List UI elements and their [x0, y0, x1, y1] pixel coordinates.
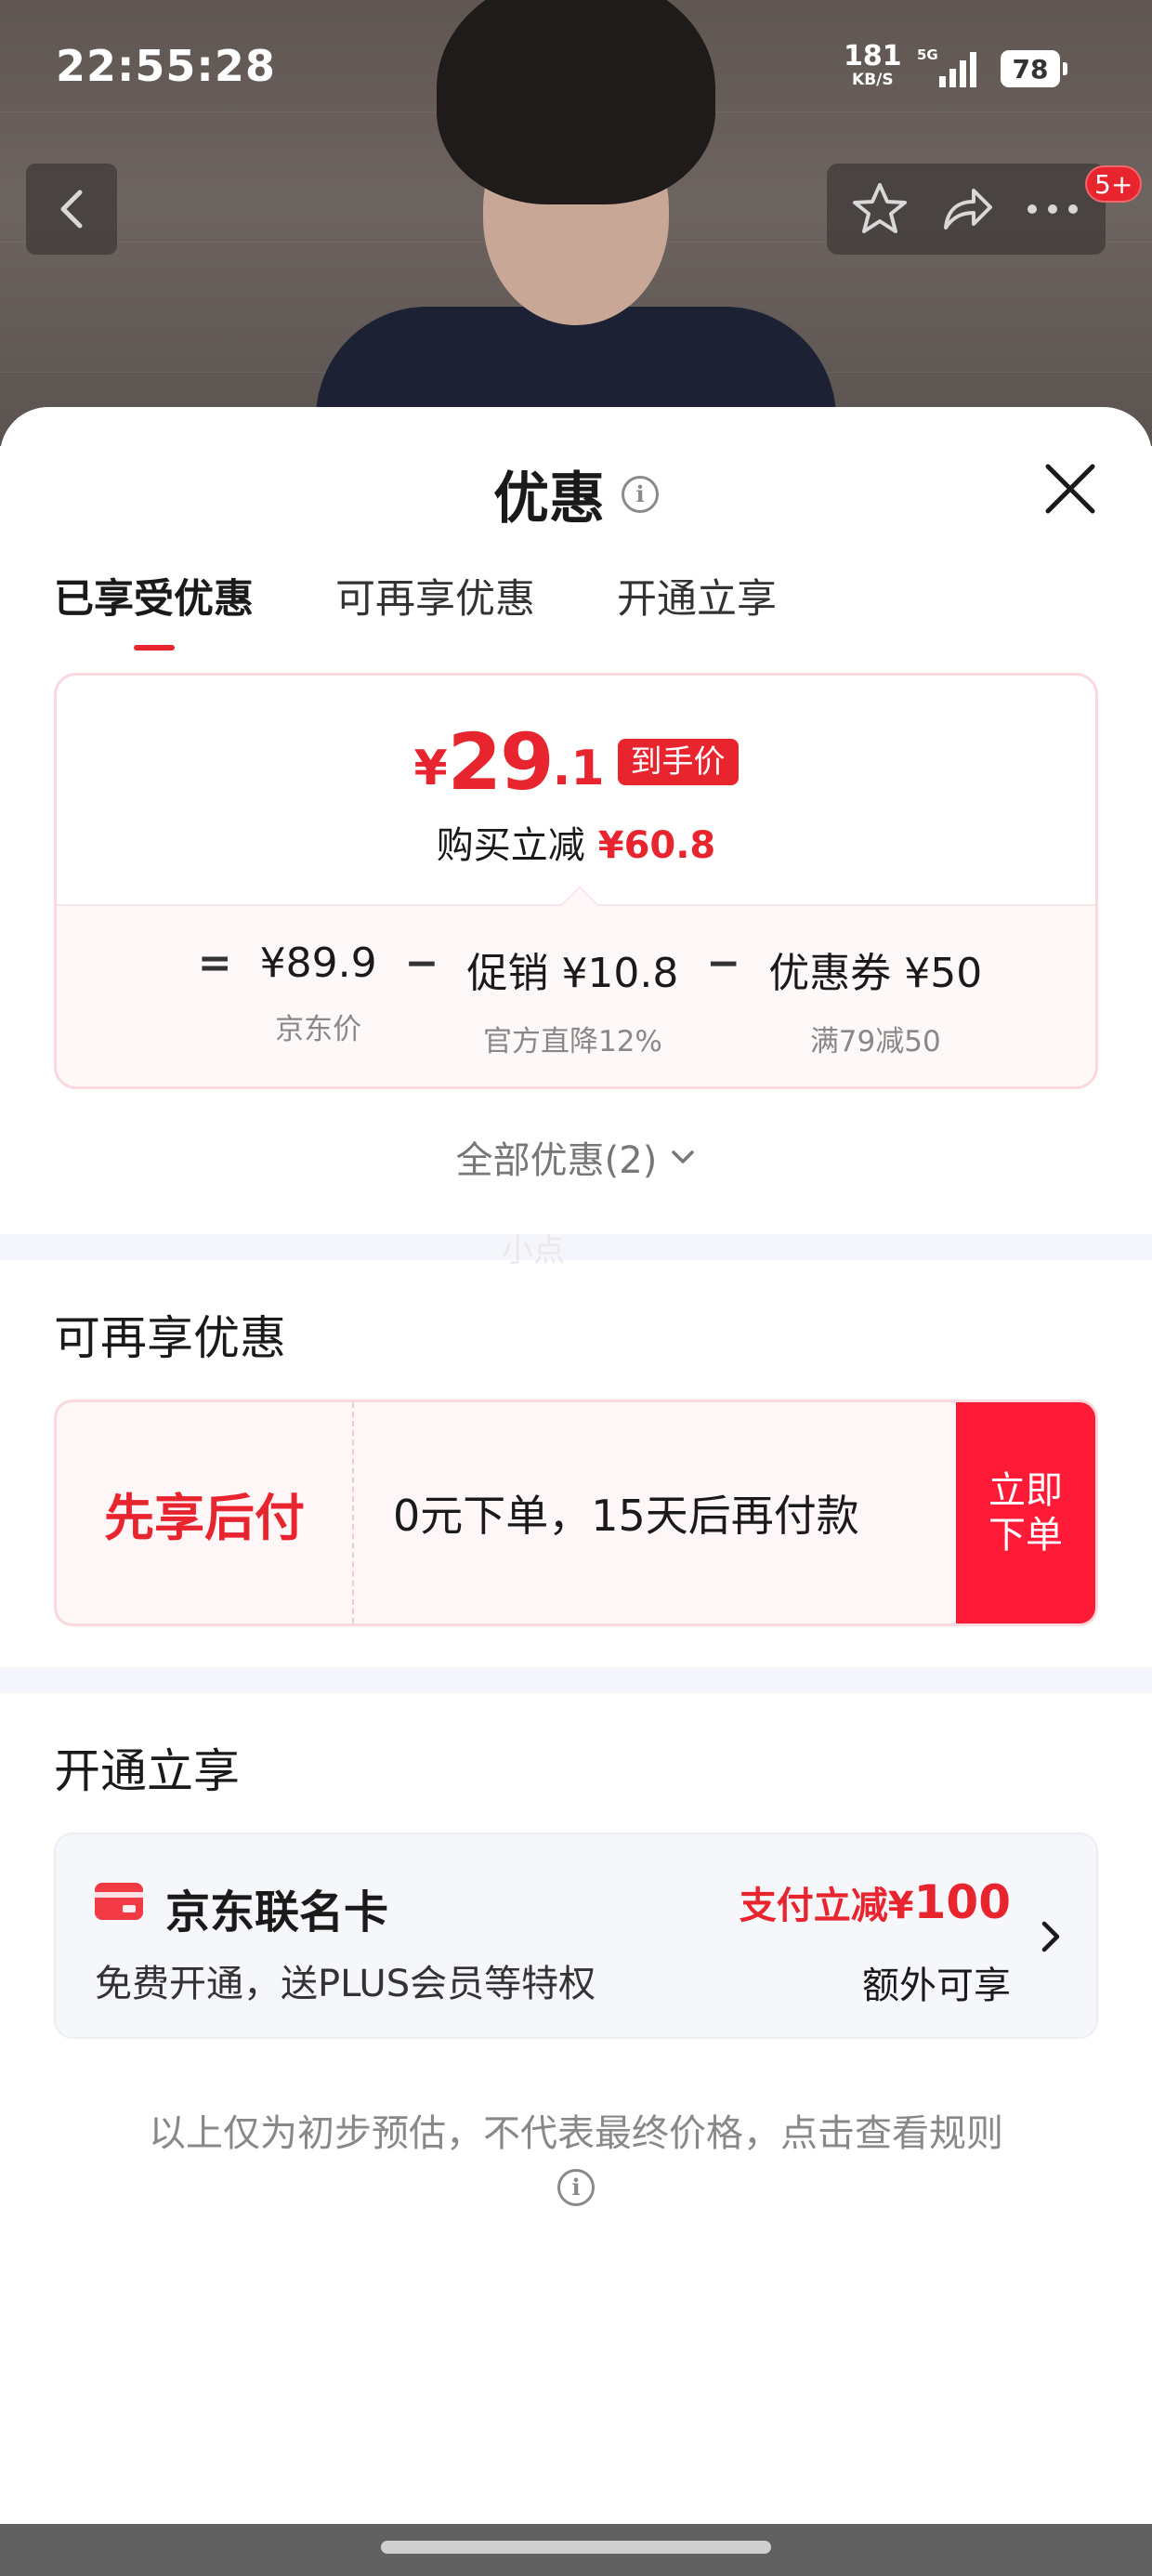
co-branded-card-offer[interactable]: 京东联名卡 免费开通，送PLUS会员等特权 支付立减¥100 额外可享	[54, 1833, 1098, 2039]
back-button[interactable]	[26, 164, 117, 255]
discount-tabs: 已享受优惠 可再享优惠 开通立享	[54, 567, 777, 651]
promo-value: 促销 ¥10.8	[466, 950, 679, 997]
network-speed-value: 181	[844, 40, 902, 72]
final-price: ¥ 29 .1 到手价	[57, 716, 1095, 808]
sheet-header: 优惠 i	[0, 453, 1152, 534]
tab-open-enjoy[interactable]: 开通立享	[617, 567, 777, 651]
buy-now-pay-later-card[interactable]: 先享后付 0元下单，15天后再付款 立即下单	[54, 1400, 1098, 1626]
order-now-label: 立即下单	[988, 1469, 1063, 1557]
reduction-label: 购买立减	[436, 824, 585, 867]
home-indicator[interactable]	[381, 2541, 771, 2554]
all-discounts-toggle[interactable]: 全部优惠(2)	[0, 1130, 1152, 1184]
tab-enjoyed[interactable]: 已享受优惠	[54, 567, 254, 651]
disclaimer-link[interactable]: 以上仅为初步预估，不代表最终价格，点击查看规则	[0, 2108, 1152, 2160]
share-button[interactable]	[929, 172, 1003, 246]
star-icon	[852, 183, 907, 233]
enjoyed-discount-card: ¥ 29 .1 到手价 购买立减 ¥60.8 = ¥89.9 京东价 − 促销 ¥…	[54, 673, 1098, 1089]
bnpl-name: 先享后付	[57, 1402, 354, 1623]
battery-icon: 78	[1001, 50, 1067, 87]
card-name: 京东联名卡	[165, 1886, 389, 1939]
credit-card-icon	[95, 1883, 143, 1920]
network-type: 5G	[917, 46, 938, 63]
equals-sign: =	[197, 940, 232, 987]
status-time: 22:55:28	[56, 41, 276, 91]
price-breakdown: = ¥89.9 京东价 − 促销 ¥10.8 官方直降12% − 优惠券 ¥50…	[57, 904, 1095, 1086]
watermark: 小点	[502, 1232, 565, 1269]
discount-sheet: 优惠 i 已享受优惠 可再享优惠 开通立享 ¥ 29 .1 到手价 购买立减 ¥6…	[0, 407, 1152, 2576]
benefit-value: 100	[913, 1875, 1011, 1929]
more-icon	[1028, 204, 1079, 214]
price-formula: = ¥89.9 京东价 − 促销 ¥10.8 官方直降12% − 优惠券 ¥50…	[57, 940, 1095, 1059]
section-divider	[0, 1667, 1152, 1693]
card-description: 免费开通，送PLUS会员等特权	[95, 1963, 596, 2005]
section-divider	[0, 1234, 1152, 1260]
coupon-value: 优惠券 ¥50	[768, 950, 983, 997]
sheet-title: 优惠	[493, 467, 605, 532]
price-integer: 29	[447, 716, 555, 808]
promo-label: 官方直降12%	[482, 1025, 662, 1058]
status-bar: 22:55:28 181 KB/S 5G 78	[0, 0, 1152, 139]
breakdown-item: ¥89.9 京东价	[260, 940, 377, 1047]
extra-benefit: 额外可享	[862, 1965, 1011, 2007]
jd-price-value: ¥89.9	[259, 940, 377, 987]
info-icon[interactable]: i	[622, 475, 659, 513]
rules-info-icon[interactable]: i	[557, 2169, 595, 2206]
network-speed-unit: KB/S	[852, 71, 894, 89]
breakdown-item: 优惠券 ¥50 满79减50	[768, 940, 982, 1059]
card-benefit: 支付立减¥100	[740, 1875, 1011, 1929]
back-icon	[60, 190, 83, 229]
open-enjoy-section-title: 开通立享	[54, 1744, 240, 1798]
breakdown-item: 促销 ¥10.8 官方直降12%	[466, 940, 678, 1059]
instant-reduction: 购买立减 ¥60.8	[57, 815, 1095, 869]
reduction-value: ¥60.8	[597, 824, 716, 867]
more-button[interactable]	[1015, 172, 1090, 246]
currency-symbol: ¥	[413, 740, 448, 796]
chevron-right-icon	[1041, 1921, 1060, 1952]
share-icon	[943, 189, 992, 230]
minus-sign: −	[706, 940, 741, 987]
network-speed: 181 KB/S	[844, 43, 902, 88]
benefit-label: 支付立减¥	[739, 1885, 914, 1927]
order-now-button[interactable]: 立即下单	[956, 1402, 1095, 1623]
all-discounts-label: 全部优惠(2)	[455, 1139, 658, 1182]
battery-level: 78	[1012, 53, 1049, 85]
reenjoy-section-title: 可再享优惠	[54, 1311, 286, 1365]
favorite-button[interactable]	[843, 172, 917, 246]
message-badge: 5+	[1085, 165, 1143, 203]
tab-reenjoy[interactable]: 可再享优惠	[335, 567, 535, 651]
nav-actions	[827, 164, 1106, 255]
signal-icon: 5G	[917, 46, 976, 87]
coupon-label: 满79减50	[809, 1025, 941, 1058]
final-price-tag: 到手价	[617, 738, 739, 785]
chevron-down-icon	[672, 1150, 695, 1163]
price-decimal: .1	[552, 740, 605, 796]
jd-price-label: 京东价	[275, 1013, 362, 1046]
close-icon[interactable]	[1041, 459, 1100, 519]
final-price-block: ¥ 29 .1 到手价 购买立减 ¥60.8	[57, 676, 1095, 904]
minus-sign: −	[404, 940, 439, 987]
bnpl-description: 0元下单，15天后再付款	[393, 1491, 859, 1541]
